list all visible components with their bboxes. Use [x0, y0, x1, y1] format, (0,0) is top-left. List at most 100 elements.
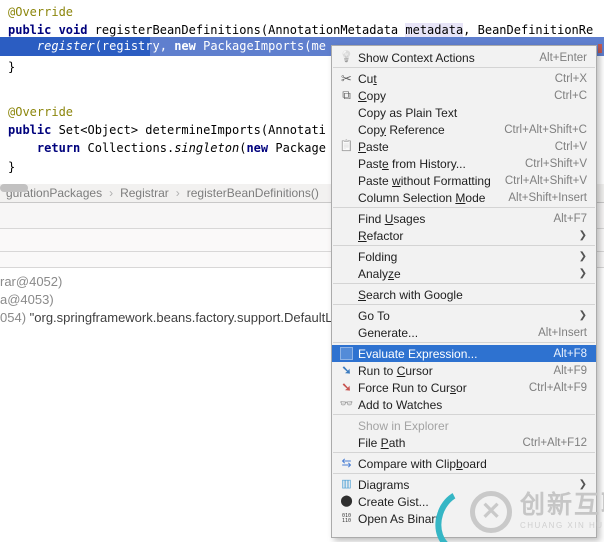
submenu-arrow-icon: ❯	[578, 310, 587, 321]
ide-screen: @Override public void registerBeanDefinit…	[0, 0, 604, 542]
submenu-arrow-icon: ❯	[578, 230, 587, 241]
menu-item-paste-without-formatting[interactable]: Paste without Formatting Ctrl+Alt+Shift+V	[332, 172, 596, 189]
submenu-arrow-icon: ❯	[578, 251, 587, 262]
menu-item-label: Paste from History...	[358, 156, 466, 171]
code-line[interactable]: @Override	[0, 3, 604, 21]
evaluate-icon	[337, 346, 356, 361]
menu-item-file-path[interactable]: File Path Ctrl+Alt+F12	[332, 434, 596, 451]
menu-item-evaluate-expression[interactable]: Evaluate Expression... Alt+F8	[332, 345, 596, 362]
copy-icon: ⧉	[342, 88, 351, 102]
menu-item-shortcut: Ctrl+Alt+F9	[528, 381, 587, 394]
scissors-icon: ✂	[341, 71, 352, 86]
menu-separator	[332, 206, 596, 210]
menu-item-label: Paste without Formatting	[358, 173, 491, 188]
menu-item-shortcut: Ctrl+C	[554, 89, 587, 102]
menu-separator	[332, 451, 596, 455]
menu-icon-spacer	[337, 190, 356, 205]
menu-icon-spacer	[337, 418, 356, 433]
editor-context-menu: 💡 Show Context Actions Alt+Enter ✂ Cut Ctrl+X…	[331, 45, 597, 538]
menu-item-label: Cut	[358, 71, 377, 86]
menu-item-label: Show in Explorer	[358, 418, 449, 433]
clipboard-icon: 📋	[339, 140, 354, 152]
menu-separator	[332, 244, 596, 248]
menu-item-add-to-watches[interactable]: 👓 Add to Watches	[332, 396, 596, 413]
menu-icon-spacer	[337, 325, 356, 340]
menu-icon-spacer	[337, 228, 356, 243]
menu-item-label: Force Run to Cursor	[358, 380, 467, 395]
menu-item-create-gist[interactable]: ⬤ Create Gist...	[332, 493, 596, 510]
menu-item-diagrams[interactable]: ▥ Diagrams ❯	[332, 476, 596, 493]
breadcrumb-item[interactable]: registerBeanDefinitions()	[183, 184, 323, 202]
horizontal-scrollbar-thumb[interactable]	[0, 184, 28, 192]
breadcrumb-separator: ›	[109, 186, 114, 200]
menu-item-go-to[interactable]: Go To ❯	[332, 307, 596, 324]
github-icon: ⬤	[340, 495, 353, 507]
menu-item-column-selection-mode[interactable]: Column Selection Mode Alt+Shift+Insert	[332, 189, 596, 206]
menu-icon-spacer	[337, 287, 356, 302]
menu-item-label: Copy Reference	[358, 122, 445, 137]
menu-item-label: Search with Google	[358, 287, 463, 302]
menu-item-label: Run to Cursor	[358, 363, 433, 378]
menu-item-show-in-explorer: Show in Explorer	[332, 417, 596, 434]
menu-item-search-with-google[interactable]: Search with Google	[332, 286, 596, 303]
menu-item-shortcut: Alt+F7	[553, 212, 587, 225]
menu-separator	[332, 413, 596, 417]
menu-item-label: Paste	[358, 139, 389, 154]
menu-item-compare-with-clipboard[interactable]: ⇆ Compare with Clipboard	[332, 455, 596, 472]
menu-item-label: Diagrams	[358, 477, 410, 492]
diagrams-icon: ▥	[341, 478, 352, 490]
menu-icon-spacer	[337, 211, 356, 226]
menu-icon-spacer	[337, 308, 356, 323]
menu-item-cut[interactable]: ✂ Cut Ctrl+X	[332, 70, 596, 87]
menu-icon-spacer	[337, 156, 356, 171]
menu-separator	[332, 66, 596, 70]
menu-item-paste-from-history[interactable]: Paste from History... Ctrl+Shift+V	[332, 155, 596, 172]
menu-separator	[332, 303, 596, 307]
submenu-arrow-icon: ❯	[578, 268, 587, 279]
menu-item-label: Add to Watches	[358, 397, 443, 412]
menu-item-shortcut: Alt+Enter	[539, 51, 587, 64]
menu-item-show-context-actions[interactable]: 💡 Show Context Actions Alt+Enter	[332, 49, 596, 66]
menu-item-label: Copy as Plain Text	[358, 105, 458, 120]
menu-item-copy-reference[interactable]: Copy Reference Ctrl+Alt+Shift+C	[332, 121, 596, 138]
menu-item-label: Analyze	[358, 266, 401, 281]
compare-icon: ⇆	[341, 456, 352, 470]
menu-item-analyze[interactable]: Analyze ❯	[332, 265, 596, 282]
menu-icon-spacer	[337, 122, 356, 137]
menu-item-shortcut: Ctrl+Alt+Shift+V	[504, 174, 587, 187]
menu-item-shortcut: Ctrl+Alt+Shift+C	[504, 123, 587, 136]
menu-item-open-as-binary[interactable]: 010 110 Open As Binary	[332, 510, 596, 527]
error-stripe-mark	[598, 44, 602, 53]
menu-icon-spacer	[337, 173, 356, 188]
menu-item-label: Create Gist...	[358, 494, 429, 509]
menu-icon-spacer	[337, 435, 356, 450]
menu-separator	[332, 472, 596, 476]
menu-item-label: Go To	[358, 308, 390, 323]
menu-item-shortcut: Ctrl+Alt+F12	[522, 436, 587, 449]
force-run-cursor-icon: ➘	[341, 380, 352, 394]
menu-item-folding[interactable]: Folding ❯	[332, 248, 596, 265]
menu-item-shortcut: Alt+F8	[553, 347, 587, 360]
menu-icon-spacer	[337, 266, 356, 281]
menu-item-run-to-cursor[interactable]: ➘ Run to Cursor Alt+F9	[332, 362, 596, 379]
menu-item-label: Compare with Clipboard	[358, 456, 487, 471]
menu-item-force-run-to-cursor[interactable]: ➘ Force Run to Cursor Ctrl+Alt+F9	[332, 379, 596, 396]
breadcrumb-separator: ›	[175, 186, 180, 200]
binary-icon: 010 110	[341, 512, 352, 524]
menu-item-label: Copy	[358, 88, 387, 103]
menu-item-shortcut: Alt+F9	[553, 364, 587, 377]
submenu-arrow-icon: ❯	[578, 479, 587, 490]
menu-item-generate[interactable]: Generate... Alt+Insert	[332, 324, 596, 341]
menu-item-copy-as-plain-text[interactable]: Copy as Plain Text	[332, 104, 596, 121]
menu-item-label: Folding	[358, 249, 398, 264]
menu-item-find-usages[interactable]: Find Usages Alt+F7	[332, 210, 596, 227]
menu-item-copy[interactable]: ⧉ Copy Ctrl+C	[332, 87, 596, 104]
menu-item-refactor[interactable]: Refactor ❯	[332, 227, 596, 244]
menu-separator	[332, 341, 596, 345]
breadcrumb-item[interactable]: Registrar	[116, 184, 173, 202]
menu-item-label: Refactor	[358, 228, 404, 243]
menu-icon-spacer	[337, 105, 356, 120]
menu-item-label: Column Selection Mode	[358, 190, 486, 205]
menu-item-paste[interactable]: 📋 Paste Ctrl+V	[332, 138, 596, 155]
menu-separator	[332, 282, 596, 286]
